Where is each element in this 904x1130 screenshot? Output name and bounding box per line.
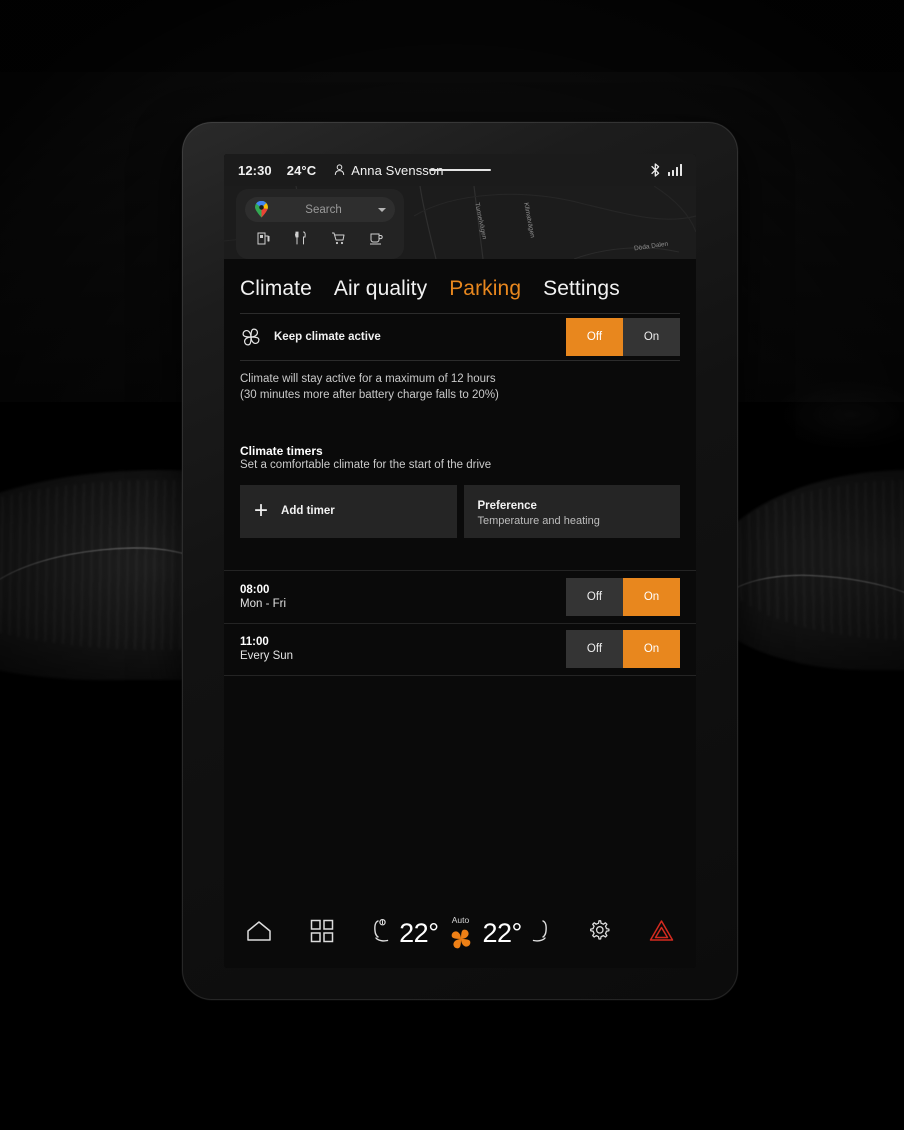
preference-subtitle: Temperature and heating xyxy=(477,514,600,527)
climate-quick-controls: 22° Auto 22° xyxy=(371,915,550,952)
timer-toggle: Off On xyxy=(566,630,680,669)
preference-button[interactable]: Preference Temperature and heating xyxy=(463,484,680,538)
search-placeholder-text: Search xyxy=(305,203,342,216)
fuel-icon[interactable] xyxy=(257,231,270,250)
climate-note: Climate will stay active for a maximum o… xyxy=(224,361,696,404)
seat-heat-right-button[interactable] xyxy=(531,918,550,949)
keep-climate-toggle: Off On xyxy=(566,318,680,356)
timer-off-option[interactable]: Off xyxy=(566,577,623,616)
shopping-icon[interactable] xyxy=(331,231,345,250)
seat-heat-right-icon xyxy=(532,919,547,942)
signal-bars-icon xyxy=(667,164,682,176)
person-icon xyxy=(335,164,345,176)
infotainment-display-bezel: 12:30 24°C Anna Svensson Tunnelvägen Kli… xyxy=(182,122,738,1000)
map-search-card: Search xyxy=(236,189,404,259)
keep-climate-active-row: Keep climate active Off On xyxy=(224,314,696,360)
timer-row[interactable]: 08:00 Mon - Fri Off On xyxy=(224,569,696,623)
tab-climate[interactable]: Climate xyxy=(240,277,312,301)
settings-button[interactable] xyxy=(587,919,611,948)
timer-on-option[interactable]: On xyxy=(623,630,680,669)
chevron-down-icon[interactable] xyxy=(378,207,386,212)
climate-note-line-2: (30 minutes more after battery charge fa… xyxy=(240,389,499,402)
climate-timers-title: Climate timers xyxy=(240,443,323,458)
hazard-button[interactable] xyxy=(649,919,674,947)
timer-time: 11:00 xyxy=(240,636,269,649)
timer-days: Every Sun xyxy=(240,650,294,663)
timer-list: 08:00 Mon - Fri Off On 11:00 Every Sun O… xyxy=(224,569,696,676)
timer-on-option[interactable]: On xyxy=(623,577,680,616)
bottom-bar: 22° Auto 22° xyxy=(224,898,696,968)
preference-title: Preference xyxy=(477,499,537,512)
timer-days: Mon - Fri xyxy=(240,597,286,610)
fan-auto-button[interactable]: Auto xyxy=(448,915,474,952)
apps-button[interactable] xyxy=(310,919,334,948)
status-outside-temperature: 24°C xyxy=(286,162,317,178)
home-button[interactable] xyxy=(246,920,272,947)
keep-climate-on-option[interactable]: On xyxy=(623,318,680,356)
keep-climate-active-label: Keep climate active xyxy=(274,331,381,343)
timer-action-cards: + Add timer Preference Temperature and h… xyxy=(224,471,696,538)
search-input[interactable]: Search xyxy=(245,197,395,222)
bluetooth-icon xyxy=(650,163,659,177)
timer-row[interactable]: 11:00 Every Sun Off On xyxy=(224,622,696,676)
timer-toggle: Off On xyxy=(566,577,680,616)
hazard-triangle-icon xyxy=(649,920,674,941)
main-content: Climate Air quality Parking Settings Kee… xyxy=(224,259,696,968)
timer-time: 08:00 xyxy=(240,583,270,596)
seat-heat-left-icon xyxy=(374,918,389,942)
fan-auto-icon xyxy=(451,929,470,948)
tab-bar: Climate Air quality Parking Settings xyxy=(224,259,696,313)
fan-icon xyxy=(242,328,260,346)
climate-note-line-1: Climate will stay active for a maximum o… xyxy=(240,373,496,385)
map-category-row xyxy=(245,231,395,250)
coffee-icon[interactable] xyxy=(369,231,383,250)
restaurant-icon[interactable] xyxy=(294,231,307,250)
gear-icon xyxy=(590,919,610,940)
seat-heat-left-button[interactable] xyxy=(371,918,390,949)
tab-settings[interactable]: Settings xyxy=(543,277,620,301)
home-icon xyxy=(247,920,271,941)
status-bar: 12:30 24°C Anna Svensson xyxy=(224,154,696,186)
climate-timers-subtitle: Set a comfortable climate for the start … xyxy=(240,458,492,471)
drag-handle[interactable] xyxy=(429,169,491,171)
status-user-profile[interactable]: Anna Svensson xyxy=(334,163,443,178)
right-temperature[interactable]: 22° xyxy=(483,918,523,949)
google-maps-pin-icon xyxy=(255,201,268,218)
left-temperature[interactable]: 22° xyxy=(399,918,439,949)
fan-auto-label: Auto xyxy=(451,914,470,925)
tab-air-quality[interactable]: Air quality xyxy=(334,277,427,301)
apps-grid-icon xyxy=(310,919,333,942)
infotainment-screen: 12:30 24°C Anna Svensson Tunnelvägen Kli… xyxy=(224,154,696,968)
status-time: 12:30 xyxy=(238,162,272,178)
keep-climate-off-option[interactable]: Off xyxy=(566,318,623,356)
add-timer-button[interactable]: + Add timer xyxy=(240,484,457,538)
timer-off-option[interactable]: Off xyxy=(566,630,623,669)
climate-timers-header: Climate timers Set a comfortable climate… xyxy=(224,404,696,471)
map-widget[interactable]: Tunnelvägen Klimatvägen Döda Dalen Searc… xyxy=(224,186,696,259)
add-timer-label: Add timer xyxy=(281,505,335,518)
tab-parking[interactable]: Parking xyxy=(449,277,521,301)
plus-icon: + xyxy=(254,497,269,525)
